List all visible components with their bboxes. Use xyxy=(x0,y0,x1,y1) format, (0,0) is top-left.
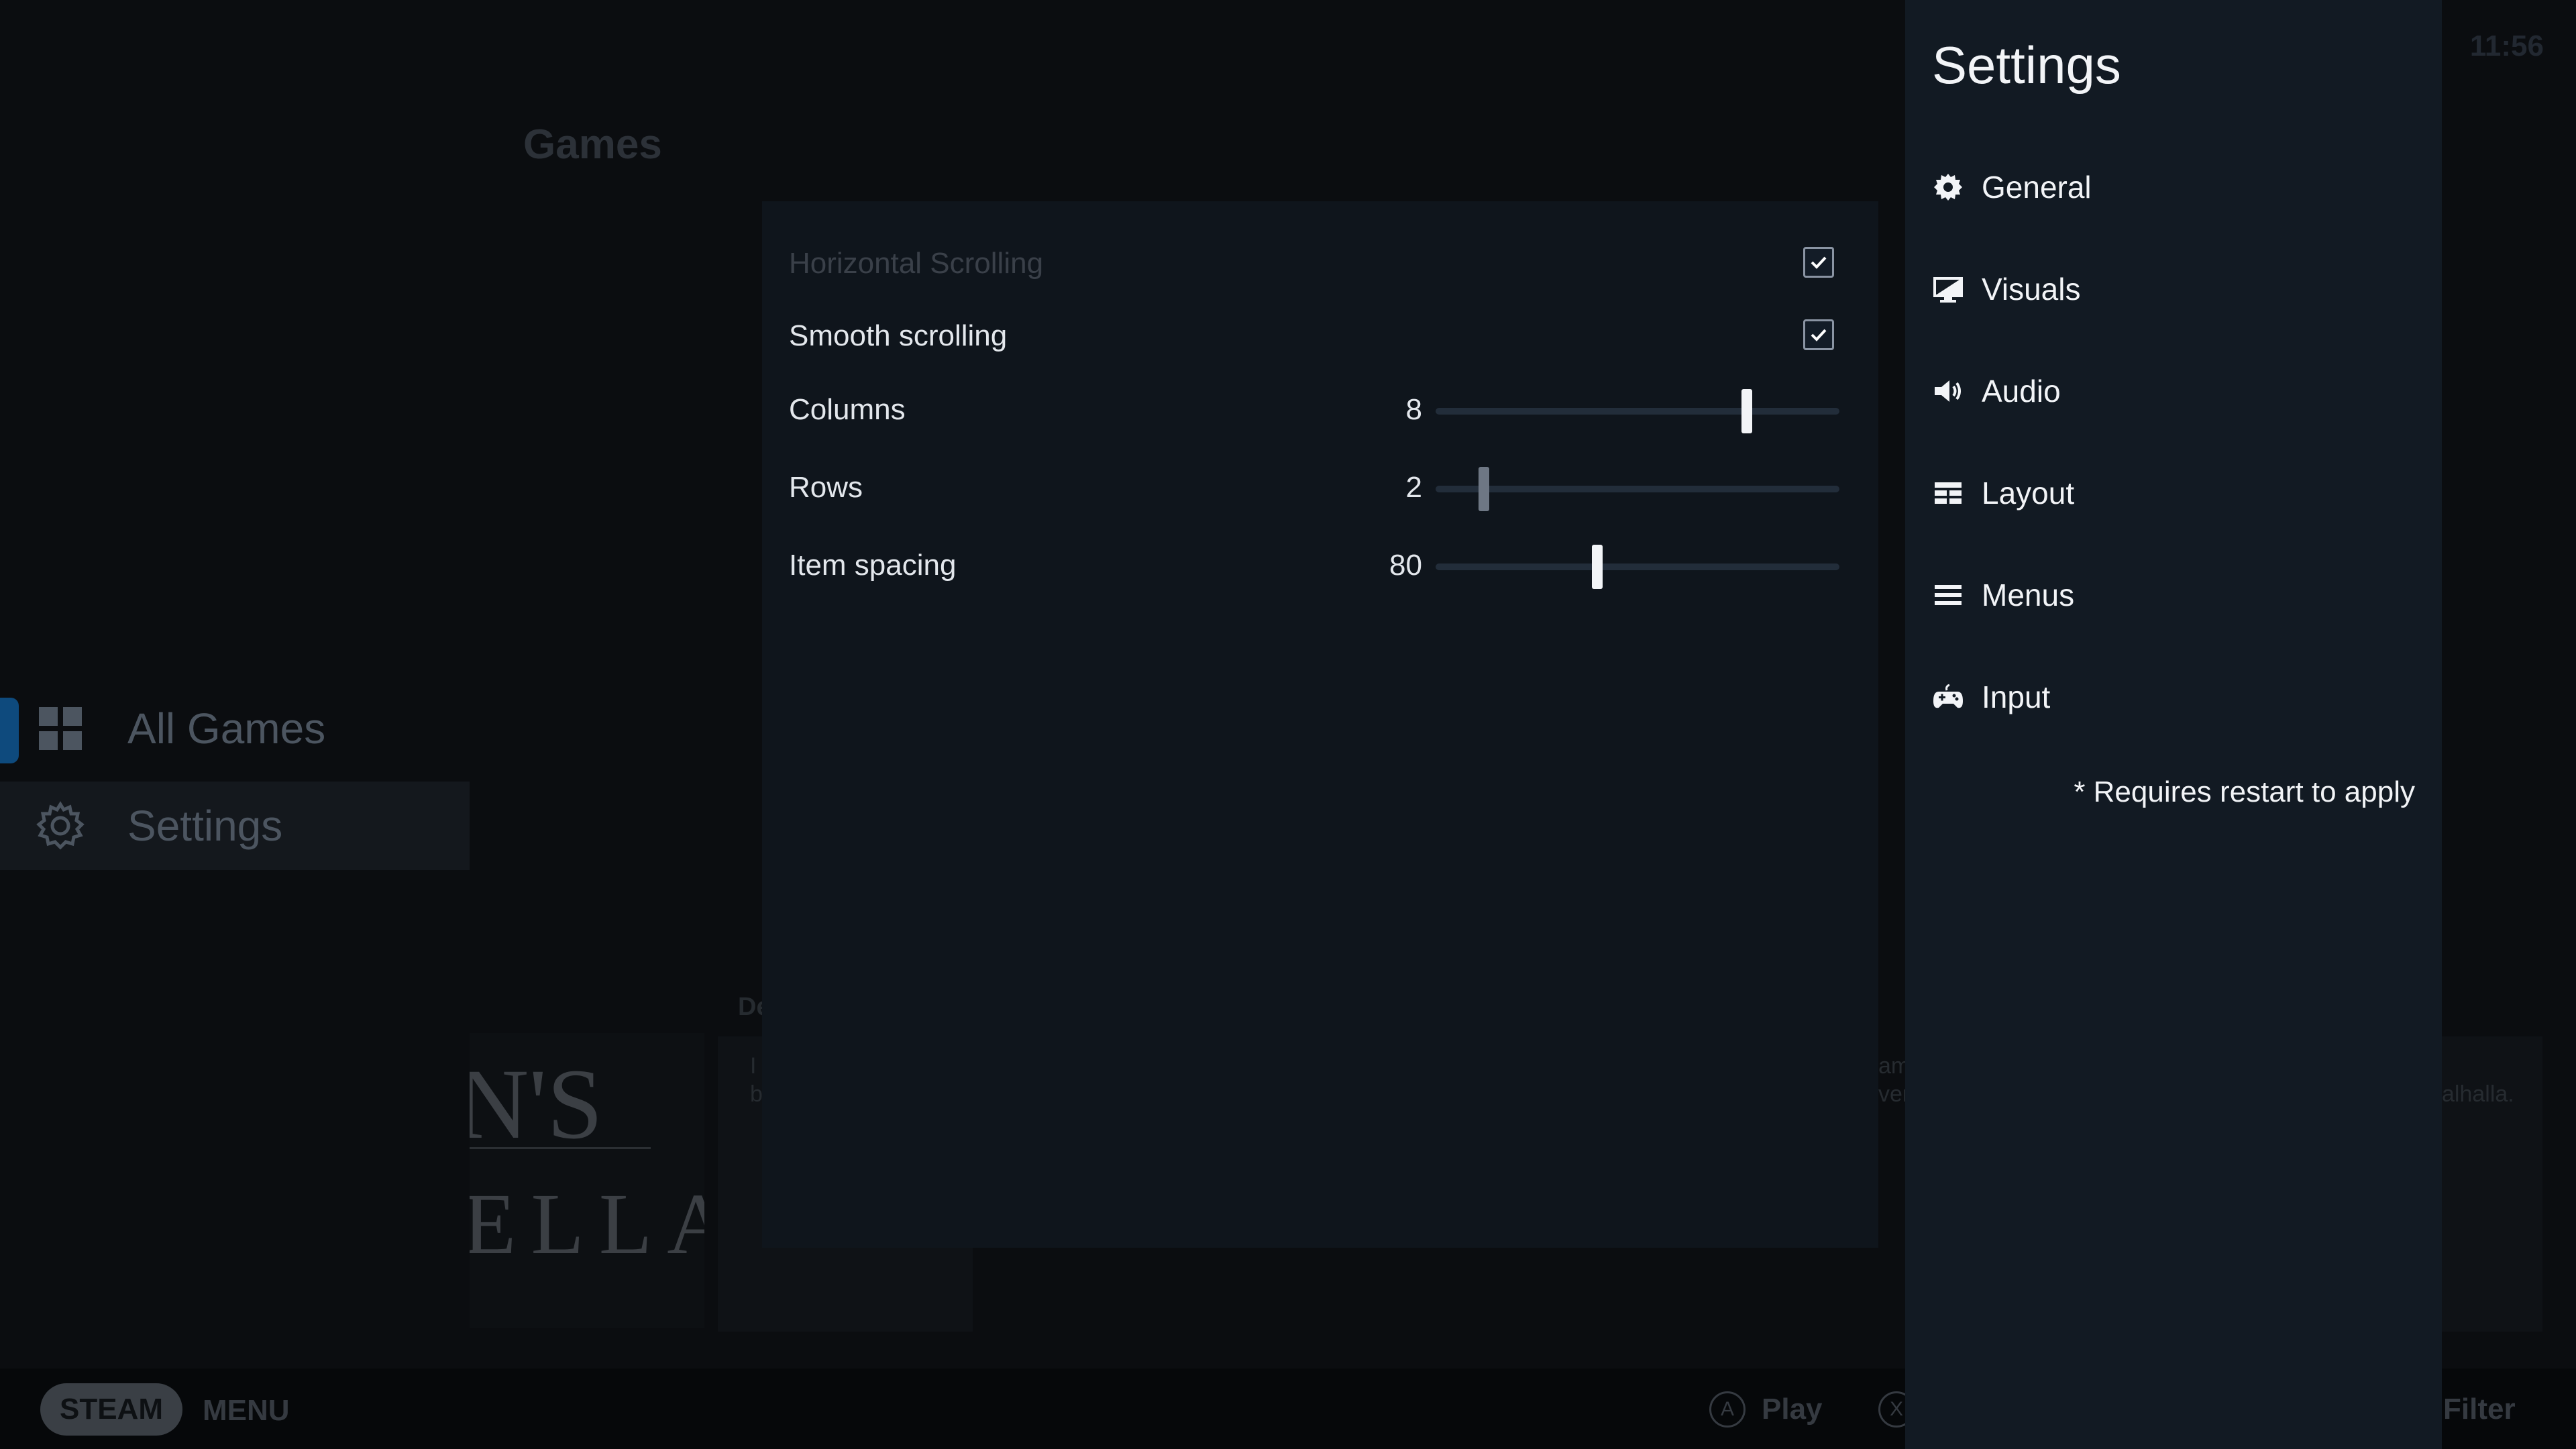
steam-button[interactable]: STEAM xyxy=(40,1383,182,1436)
restart-note: * Requires restart to apply xyxy=(2074,775,2415,808)
play-hint-label: Play xyxy=(1762,1393,1823,1426)
item-spacing-slider[interactable] xyxy=(1436,545,1839,589)
nav-label: Visuals xyxy=(1982,272,2081,307)
menu-hint-label: MENU xyxy=(203,1394,290,1427)
checkmark-icon xyxy=(1811,329,1827,341)
filter-hint-label: Filter xyxy=(2443,1393,2516,1426)
settings-side-panel: Settings General Visuals Audio Layout Me… xyxy=(1905,0,2442,1449)
speaker-icon xyxy=(1935,380,1961,402)
nav-item-input[interactable]: Input xyxy=(1932,667,2415,727)
panel-title: Settings xyxy=(1932,36,2121,95)
checkmark-icon xyxy=(1811,256,1827,269)
slider-value: 8 xyxy=(1405,393,1422,426)
setting-row-item-spacing: Item spacing 80 xyxy=(762,533,1878,600)
slider-thumb[interactable] xyxy=(1479,467,1490,511)
slider-thumb[interactable] xyxy=(1591,545,1603,589)
cover-art-text: ELLA xyxy=(470,1176,704,1273)
background-text-fragment: b xyxy=(750,1081,763,1107)
monitor-icon xyxy=(1933,277,1963,303)
setting-label: Item spacing xyxy=(789,549,957,582)
nav-label: Input xyxy=(1982,680,2051,714)
nav-item-audio[interactable]: Audio xyxy=(1932,361,2415,421)
nav-label: General xyxy=(1982,170,2092,205)
screen: Games 11:56 All Games Settings N'S ELL D… xyxy=(0,0,2576,1449)
slider-thumb[interactable] xyxy=(1741,389,1752,433)
nav-label: Audio xyxy=(1982,374,2061,409)
setting-row-rows: Rows 2 xyxy=(762,455,1878,522)
side-menu-label: All Games xyxy=(127,704,326,753)
rows-slider[interactable] xyxy=(1436,467,1839,511)
setting-row-smooth-scrolling[interactable]: Smooth scrolling xyxy=(762,303,1878,370)
a-button-glyph: A xyxy=(1709,1391,1746,1428)
game-cover-art: N'S ELLA xyxy=(470,1033,704,1328)
menu-icon xyxy=(1935,585,1962,605)
selection-indicator xyxy=(0,698,19,763)
setting-row-horizontal-scrolling[interactable]: Horizontal Scrolling xyxy=(762,231,1878,298)
library-title: Games xyxy=(523,121,662,168)
columns-slider[interactable] xyxy=(1436,389,1839,433)
side-menu-label: Settings xyxy=(127,802,283,850)
setting-label: Columns xyxy=(789,393,906,426)
horizontal-scrolling-checkbox[interactable] xyxy=(1803,247,1834,278)
layout-settings-dialog: Horizontal Scrolling Smooth scrolling Co… xyxy=(762,201,1878,1248)
layout-grid-icon xyxy=(1935,482,1962,504)
gamepad-icon xyxy=(1933,684,1963,708)
slider-value: 2 xyxy=(1405,471,1422,504)
clock: 11:56 xyxy=(2469,30,2544,62)
nav-label: Menus xyxy=(1982,578,2075,612)
setting-row-columns: Columns 8 xyxy=(762,377,1878,444)
gear-icon xyxy=(36,801,85,850)
nav-item-layout[interactable]: Layout xyxy=(1932,463,2415,523)
cover-art-divider xyxy=(470,1147,651,1149)
nav-item-menus[interactable]: Menus xyxy=(1932,565,2415,625)
background-text-fragment: alhalla. xyxy=(2442,1081,2514,1107)
smooth-scrolling-checkbox[interactable] xyxy=(1803,319,1834,350)
setting-label: Smooth scrolling xyxy=(789,319,1008,352)
grid-icon xyxy=(39,707,82,750)
setting-label: Rows xyxy=(789,471,863,504)
slider-value: 80 xyxy=(1389,549,1422,582)
nav-label: Layout xyxy=(1982,476,2075,511)
side-menu-item-settings[interactable]: Settings xyxy=(0,782,470,870)
nav-item-visuals[interactable]: Visuals xyxy=(1932,259,2415,319)
gear-icon xyxy=(1934,174,1962,201)
cover-art-text: N'S xyxy=(470,1049,603,1160)
setting-label: Horizontal Scrolling xyxy=(789,247,1044,280)
background-text-fragment: I xyxy=(750,1053,757,1079)
side-menu-item-all-games[interactable]: All Games xyxy=(0,684,470,773)
nav-item-general[interactable]: General xyxy=(1932,157,2415,217)
